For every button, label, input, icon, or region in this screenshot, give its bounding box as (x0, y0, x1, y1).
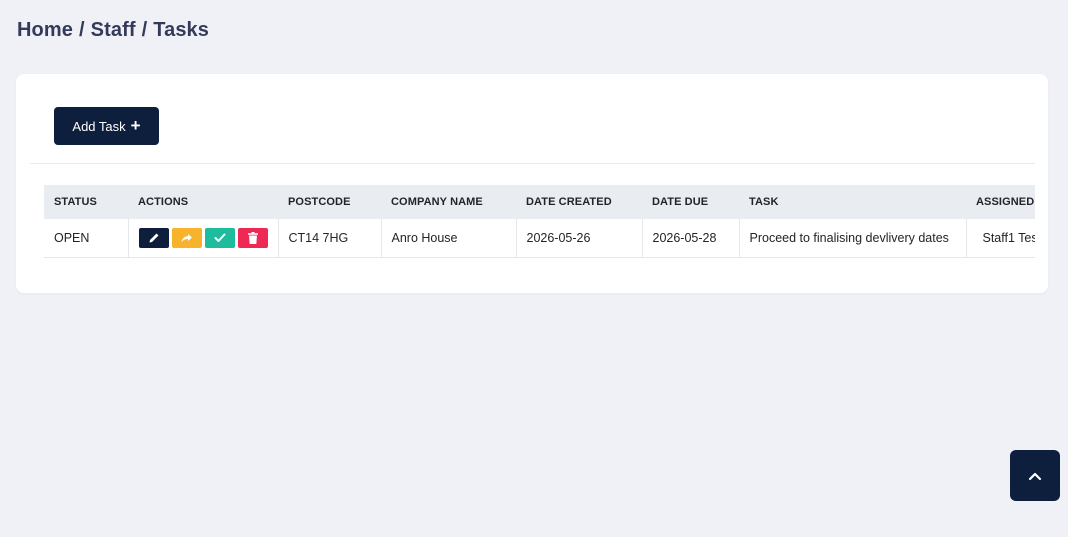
tasks-table: Status Actions Postcode Company Name Dat… (44, 185, 1035, 258)
cell-postcode: CT14 7HG (277, 219, 381, 258)
cell-date-created: 2026-05-26 (515, 219, 642, 258)
header-date-due[interactable]: Date Due (642, 185, 739, 219)
header-status[interactable]: Status (44, 185, 128, 219)
table-row: OPEN CT14 7HG Anro House 2026-05-26 2026… (44, 219, 1035, 258)
header-company-name[interactable]: Company Name (381, 185, 516, 219)
tasks-card: Add Task + Status Actions Postcode Compa… (16, 74, 1048, 293)
tasks-table-container[interactable]: Status Actions Postcode Company Name Dat… (44, 185, 1035, 259)
header-assigned[interactable]: Assigned (966, 185, 1035, 219)
cell-date-due: 2026-05-28 (641, 219, 739, 258)
cell-actions (127, 219, 278, 258)
breadcrumb-staff[interactable]: Staff (91, 19, 136, 42)
edit-button[interactable] (138, 228, 169, 248)
breadcrumb-tasks: Tasks (153, 19, 209, 41)
breadcrumb-separator: / (78, 19, 85, 41)
scroll-to-top-button[interactable] (1010, 450, 1060, 501)
add-task-button[interactable]: Add Task + (54, 107, 159, 145)
header-date-created[interactable]: Date Created (516, 185, 642, 219)
share-icon (181, 233, 192, 242)
cell-status: OPEN (44, 219, 128, 258)
breadcrumb: Home / Staff / Tasks (17, 19, 209, 42)
breadcrumb-separator: / (141, 19, 148, 41)
table-header-row: Status Actions Postcode Company Name Dat… (44, 185, 1035, 219)
delete-button[interactable] (237, 228, 268, 248)
pencil-icon (149, 233, 158, 243)
forward-button[interactable] (171, 228, 202, 248)
header-postcode[interactable]: Postcode (278, 185, 381, 219)
divider (30, 163, 1035, 164)
header-actions: Actions (128, 185, 278, 219)
header-task[interactable]: Task (739, 185, 966, 219)
cell-task: Proceed to finalising devlivery dates (738, 219, 966, 258)
chevron-up-icon (1028, 472, 1042, 480)
plus-icon: + (130, 116, 141, 135)
cell-assigned: Staff1 Test (965, 219, 1035, 258)
complete-button[interactable] (204, 228, 235, 248)
cell-company-name: Anro House (380, 219, 516, 258)
add-task-label: Add Task (72, 118, 126, 134)
trash-icon (247, 232, 258, 244)
breadcrumb-home[interactable]: Home (17, 19, 73, 42)
check-icon (214, 233, 225, 242)
